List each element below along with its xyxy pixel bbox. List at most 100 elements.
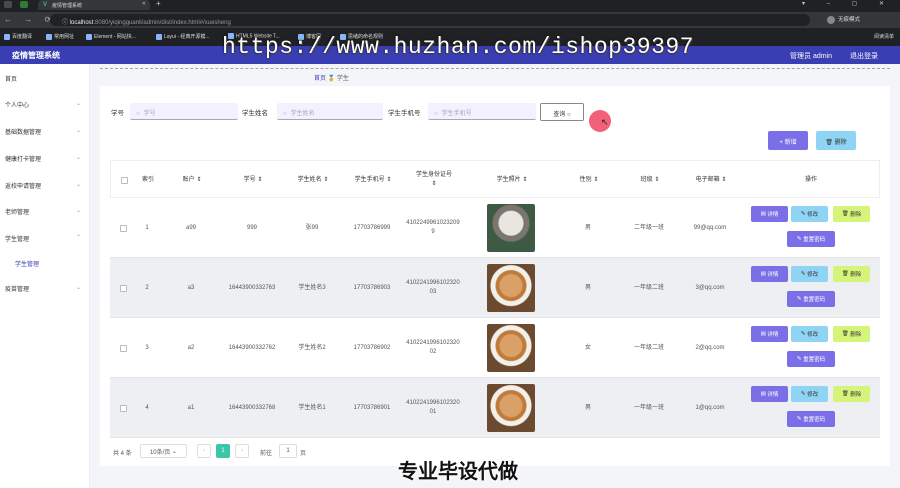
delete-button[interactable]: 🗑 删除 bbox=[833, 266, 870, 282]
sidebar-item-teachers[interactable]: 老师管理 bbox=[5, 207, 29, 216]
lock-icon: ⓘ bbox=[62, 20, 70, 26]
chevron-up-icon: ⌃ bbox=[76, 235, 82, 241]
student-no-input[interactable]: ○ 学号 bbox=[130, 103, 238, 120]
batch-delete-button[interactable]: 🗑 删除 bbox=[816, 131, 856, 150]
add-button[interactable]: + 新增 bbox=[768, 131, 808, 150]
cell-name: 学生姓名1 bbox=[298, 404, 326, 411]
next-page-button[interactable]: › bbox=[235, 444, 249, 458]
detail-button[interactable]: ▤ 详情 bbox=[751, 326, 788, 342]
file-icon: ▤ bbox=[760, 331, 766, 337]
column-header: 操作 bbox=[804, 176, 817, 183]
column-header-sortable[interactable]: 电子邮箱 ⇕ bbox=[681, 161, 741, 199]
file-icon: ▤ bbox=[760, 391, 766, 397]
address-bar-row: ← → ⟳ ⓘ localhost:8080/yiqingguanli/admi… bbox=[0, 12, 900, 28]
breadcrumb-home[interactable]: 首页 bbox=[314, 76, 326, 82]
cell-photo bbox=[464, 198, 558, 258]
select-all-checkbox[interactable] bbox=[111, 161, 137, 199]
bookmark-item[interactable]: Element - 网站快... bbox=[86, 33, 136, 40]
sidebar-item-basic-data[interactable]: 基础数据管理 bbox=[5, 127, 41, 136]
reading-list[interactable]: 阅读清单 bbox=[874, 33, 894, 40]
address-bar[interactable]: ⓘ localhost:8080/yiqingguanli/admin/dist… bbox=[50, 14, 810, 26]
sidebar-item-students[interactable]: 学生管理 bbox=[5, 234, 29, 243]
cell-account: a99 bbox=[185, 224, 196, 231]
edit-icon: ✎ bbox=[800, 271, 806, 277]
close-tab-icon[interactable]: ✕ bbox=[142, 1, 146, 7]
search-button[interactable]: 查询 ○ bbox=[540, 103, 584, 121]
column-header-sortable[interactable]: 学生姓名 ⇕ bbox=[283, 161, 343, 199]
cell-id-card: 41022499610232099 bbox=[406, 220, 460, 235]
student-no-label: 学号 bbox=[111, 110, 124, 117]
bookmark-item[interactable]: 常用网址 bbox=[46, 33, 74, 40]
detail-button[interactable]: ▤ 详情 bbox=[751, 206, 788, 222]
trash-icon: 🗑 bbox=[841, 211, 849, 217]
sidebar-item-profile[interactable]: 个人中心 bbox=[5, 100, 29, 109]
column-header-sortable[interactable]: 账户 ⇕ bbox=[161, 161, 223, 199]
sidebar-item-vaccines[interactable]: 疫苗管理 bbox=[5, 284, 29, 293]
reset-password-button[interactable]: ✎ 重置密码 bbox=[787, 411, 835, 427]
delete-button[interactable]: 🗑 删除 bbox=[833, 206, 870, 222]
sidebar-subitem-students[interactable]: 学生管理 bbox=[15, 259, 39, 268]
column-header-sortable[interactable]: 性别 ⇕ bbox=[559, 161, 619, 199]
bookmark-item[interactable]: 百度翻译 bbox=[4, 33, 32, 40]
row-checkbox[interactable] bbox=[110, 258, 136, 318]
detail-button[interactable]: ▤ 详情 bbox=[751, 266, 788, 282]
sidebar: 首页 个人中心 ⌄ 基础数据管理 ⌄ 健康打卡管理 ⌄ 返校申请管理 ⌄ 老师管… bbox=[0, 64, 90, 488]
reset-password-button[interactable]: ✎ 重置密码 bbox=[787, 291, 835, 307]
tab-icon[interactable] bbox=[20, 1, 28, 8]
edit-icon: ✎ bbox=[796, 296, 802, 302]
student-photo[interactable] bbox=[487, 204, 535, 252]
row-checkbox[interactable] bbox=[110, 318, 136, 378]
reset-password-button[interactable]: ✎ 重置密码 bbox=[787, 351, 835, 367]
column-header-sortable[interactable]: 学生照片 ⇕ bbox=[465, 161, 559, 199]
cell-account: a3 bbox=[187, 284, 195, 291]
column-header-sortable[interactable]: 学生手机号 ⇕ bbox=[343, 161, 403, 199]
reset-password-button[interactable]: ✎ 重置密码 bbox=[787, 231, 835, 247]
chevron-down-icon: ⌄ bbox=[76, 128, 82, 134]
total-count: 共 4 条 bbox=[113, 451, 132, 457]
url-path: :8080/yiqingguanli/admin/dist/index.html… bbox=[93, 20, 231, 26]
profile-label: 无痕模式 bbox=[837, 17, 860, 23]
column-header-sortable[interactable]: 班级 ⇕ bbox=[619, 161, 681, 199]
tab-title: 疫情管理系统 bbox=[52, 3, 83, 9]
edit-button[interactable]: ✎ 修改 bbox=[791, 386, 828, 402]
edit-icon: ✎ bbox=[796, 236, 802, 242]
nav-buttons[interactable]: ← → ⟳ bbox=[4, 15, 56, 24]
goto-page-input[interactable]: 1 bbox=[279, 444, 297, 458]
edit-button[interactable]: ✎ 修改 bbox=[791, 326, 828, 342]
edit-icon: ✎ bbox=[796, 416, 802, 422]
column-header-sortable[interactable]: 学号 ⇕ bbox=[223, 161, 283, 199]
page-1-button[interactable]: 1 bbox=[216, 444, 230, 458]
detail-button[interactable]: ▤ 详情 bbox=[751, 386, 788, 402]
logout-link[interactable]: 退出登录 bbox=[850, 51, 878, 61]
row-checkbox[interactable] bbox=[110, 378, 136, 438]
page-size-select[interactable]: 10条/页 ⌄ bbox=[140, 444, 187, 458]
student-phone-input[interactable]: ○ 学生手机号 bbox=[428, 103, 536, 120]
edit-button[interactable]: ✎ 修改 bbox=[791, 266, 828, 282]
cell-phone: 17703786902 bbox=[353, 344, 391, 351]
row-checkbox[interactable] bbox=[110, 198, 136, 258]
edit-button[interactable]: ✎ 修改 bbox=[791, 206, 828, 222]
profile-button[interactable]: 无痕模式 bbox=[826, 15, 860, 24]
student-photo[interactable] bbox=[487, 384, 535, 432]
column-header-sortable[interactable]: 学生身份证号 ⇕ bbox=[403, 161, 465, 199]
student-photo[interactable] bbox=[487, 324, 535, 372]
delete-button[interactable]: 🗑 删除 bbox=[833, 386, 870, 402]
student-photo[interactable] bbox=[487, 264, 535, 312]
new-tab-icon[interactable]: + bbox=[156, 0, 161, 8]
browser-tab[interactable]: V 疫情管理系统 ✕ bbox=[38, 0, 150, 10]
chevron-down-icon: ⌄ bbox=[76, 182, 82, 188]
bookmark-item[interactable]: Layui - 经典开源模... bbox=[156, 33, 210, 40]
student-name-input[interactable]: ○ 学生姓名 bbox=[277, 103, 383, 120]
prev-page-button[interactable]: ‹ bbox=[197, 444, 211, 458]
sidebar-item-return-application[interactable]: 返校申请管理 bbox=[5, 181, 41, 190]
window-controls[interactable]: ▾ – ▢ ✕ bbox=[802, 0, 894, 7]
tab-icon[interactable] bbox=[4, 1, 12, 8]
sidebar-item-health-checkin[interactable]: 健康打卡管理 bbox=[5, 154, 41, 163]
delete-button[interactable]: 🗑 删除 bbox=[833, 326, 870, 342]
cell-gender: 女 bbox=[584, 344, 591, 351]
sidebar-item-home[interactable]: 首页 bbox=[5, 74, 17, 83]
goto-label: 前往 bbox=[260, 451, 273, 457]
breadcrumb-current: 学生 bbox=[336, 76, 349, 82]
cell-student-no: 16443900332768 bbox=[228, 404, 276, 411]
cell-id-card: 410224199610232003 bbox=[406, 280, 460, 295]
